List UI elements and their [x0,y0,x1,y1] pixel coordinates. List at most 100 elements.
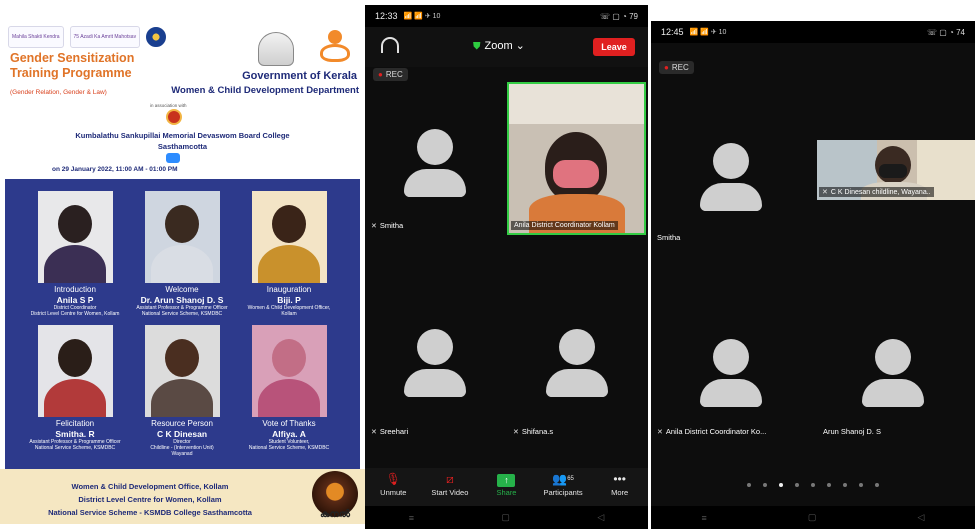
nav-menu-icon[interactable]: ≡ [409,513,414,523]
avatar-body-icon [546,369,608,397]
avatar-icon [417,329,453,365]
page-dot[interactable] [827,483,831,487]
avatar-icon [713,339,749,375]
video-name-text: C K Dinesan childline, Wayana.. [830,189,931,196]
speaker-name: C K Dinesan [156,429,208,439]
mic-muted-icon: ✕ [371,429,377,436]
speaker-photo [144,191,220,283]
poster-title-line2: Training Programme [10,66,132,80]
speaker-card: Welcome Dr. Arun Shanoj D. S Assistant P… [126,191,238,317]
speaker-desc: National Service Scheme, KSMDBC [34,445,116,451]
event-poster: Mahila Shakti Kendra 75 Azadi Ka Amrit M… [0,8,365,524]
unmute-label: Unmute [380,488,407,497]
nav-back-icon[interactable]: ◁ [597,512,604,523]
poster-subtitle: (Gender Relation, Gender & Law) [10,89,107,96]
speaker-card: Resource Person C K Dinesan Director Chi… [126,325,238,457]
association-text: in association with [150,103,187,108]
avatar-body-icon [700,183,762,211]
participant-name: ✕ Sreehari [371,427,408,436]
speaker-card: Introduction Anila S P District Coordina… [19,191,131,317]
speakers-panel: Introduction Anila S P District Coordina… [5,179,360,469]
speaker-desc: District Level Centre for Women, Kollam [30,311,120,317]
speaker-role: Felicitation [55,419,95,428]
more-label: More [611,488,629,497]
status-time: 12:45 [661,27,684,37]
audio-headset-icon[interactable] [381,37,399,53]
recording-badge: ● REC [373,68,408,81]
speaker-name: Biji. P [277,295,301,305]
nav-menu-icon[interactable]: ≡ [702,513,707,523]
avatar-icon [559,329,595,365]
zoom-screenshot-2: 12:45 📶 📶 ✈ 10 ☏ ▢ ◔ 74 ● REC Smitha ✕ C K… [651,21,975,529]
active-speaker-video[interactable]: Anila District Coordinator Kollam [507,82,646,235]
share-label: Share [496,488,517,497]
footer-line3: National Service Scheme - KSMDB College … [48,508,252,517]
speaker-photo [251,325,327,417]
nav-home-icon[interactable]: ▢ [808,512,817,523]
more-button[interactable]: ••• More [591,468,648,506]
battery-icons: ☏ ▢ ◔ 74 [927,27,965,37]
speaker-role: Resource Person [151,419,213,428]
video-name-label: Anila District Coordinator Kollam [511,221,618,230]
page-dot-active[interactable] [779,483,783,487]
nav-back-icon[interactable]: ◁ [918,512,925,523]
page-dot[interactable] [811,483,815,487]
poster-footer: Women & Child Development Office, Kollam… [0,469,365,524]
participant-name-text: Smitha [379,221,404,230]
start-video-label: Start Video [431,488,469,497]
college-line1: Kumbalathu Sankupillai Memorial Devaswom… [75,131,290,140]
speaker-card: Felicitation Smitha. R Assistant Profess… [19,325,131,451]
page-dot[interactable] [875,483,879,487]
participant-name-text: Anila District Coordinator Ko... [665,427,767,436]
share-icon: ↑ [497,474,516,487]
event-date: on 29 January 2022, 11:00 AM - 01:00 PM [52,166,178,173]
participant-name: ✕ Smitha [371,221,403,230]
leave-button[interactable]: Leave [593,38,635,56]
participant-tile[interactable]: ✕ Smitha [365,85,505,235]
signal-icons: 📶 📶 ✈ 10 [403,13,441,20]
page-dot[interactable] [763,483,767,487]
mic-muted-icon: ✕ [371,223,377,230]
share-button[interactable]: ↑ Share [478,468,535,506]
college-line2: Sasthamcotta [157,142,208,151]
participant-name-text: Shifana.s [521,427,554,436]
status-bar: 12:33 📶 📶 ✈ 10 ☏ ▢ ◔ 79 [365,5,648,27]
department-name: Women & Child Development Department [171,85,359,96]
mahila-shakti-logo: Mahila Shakti Kendra [8,26,64,48]
participant-tile[interactable]: ✕ Anila District Coordinator Ko... [651,321,813,451]
rec-label: REC [671,63,689,72]
college-logo-icon [166,109,182,125]
participant-tile[interactable]: Smitha [651,121,811,251]
participant-tile[interactable]: Arun Shanoj D. S [813,321,975,451]
page-dot[interactable] [747,483,751,487]
unmute-button[interactable]: 🎙 Unmute [365,468,422,506]
footer-line1: Women & Child Development Office, Kollam [71,482,229,491]
nav-home-icon[interactable]: ▢ [501,512,510,523]
avatar-body-icon [404,369,466,397]
avatar-icon [875,339,911,375]
meeting-title-text: Zoom ⌄ [484,40,525,52]
recording-badge: ● REC [659,61,694,74]
shield-icon: ⛊ [473,41,481,52]
meeting-title[interactable]: ⛊ Zoom ⌄ [473,39,525,52]
page-dot[interactable] [795,483,799,487]
participant-name: Arun Shanoj D. S [823,427,881,436]
wcd-logo-icon [320,30,354,66]
avatar-body-icon [404,169,466,197]
start-video-button[interactable]: ⧄ Start Video [422,468,479,506]
zoom-screenshot-1: 12:33 📶 📶 ✈ 10 ☏ ▢ ◔ 79 ⛊ Zoom ⌄ Leave ● R… [365,5,648,529]
participant-tile[interactable]: ✕ Shifana.s [507,305,646,445]
speaker-desc: Kollam [281,311,297,317]
mic-muted-icon: ✕ [657,429,663,436]
participant-name: ✕ Anila District Coordinator Ko... [657,427,766,436]
participants-button[interactable]: 👥65 Participants [535,468,592,506]
participant-video[interactable]: ✕ C K Dinesan childline, Wayana.. [817,140,975,200]
speaker-desc: Wayanad [171,451,193,457]
mic-muted-icon: ✕ [513,429,519,436]
participant-tile[interactable]: ✕ Sreehari [365,305,505,445]
page-dot[interactable] [843,483,847,487]
kerala-emblem-icon [258,32,294,66]
page-dot[interactable] [859,483,863,487]
record-dot-icon: ● [664,63,669,72]
status-bar: 12:45 📶 📶 ✈ 10 ☏ ▢ ◔ 74 [651,21,975,43]
